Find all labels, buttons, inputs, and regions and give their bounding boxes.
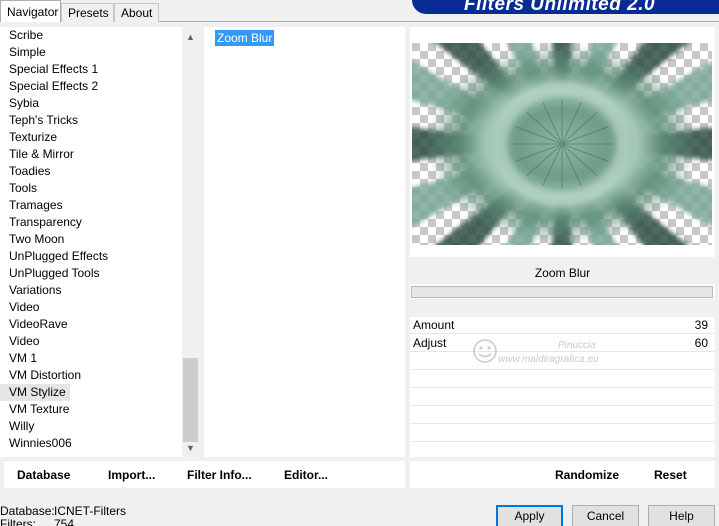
category-row[interactable]: Tramages bbox=[0, 197, 182, 214]
category-row[interactable]: VideoRave bbox=[0, 316, 182, 333]
empty-param-row bbox=[410, 407, 715, 424]
tab-about[interactable]: About bbox=[114, 3, 159, 22]
category-item[interactable]: VM Distortion bbox=[0, 367, 182, 384]
param-name: Amount bbox=[413, 318, 455, 332]
category-row[interactable]: Scribe bbox=[0, 27, 182, 44]
help-button[interactable]: Help bbox=[648, 505, 715, 526]
category-item[interactable]: Winnies006 bbox=[0, 435, 182, 452]
category-row[interactable]: UnPlugged Effects bbox=[0, 248, 182, 265]
filters-label: Filters: bbox=[0, 517, 36, 526]
category-row[interactable]: VM Stylize bbox=[0, 384, 182, 401]
category-row[interactable]: Variations bbox=[0, 282, 182, 299]
category-item[interactable]: Tramages bbox=[0, 197, 182, 214]
filter-list-panel: Zoom Blur bbox=[204, 27, 405, 457]
scroll-up-arrow-icon[interactable]: ▲ bbox=[182, 29, 199, 46]
filters-info: Filters: 754 bbox=[0, 517, 74, 526]
category-row[interactable]: Teph's Tricks bbox=[0, 112, 182, 129]
category-row[interactable]: Willy bbox=[0, 418, 182, 435]
category-item[interactable]: VM Stylize bbox=[0, 384, 70, 401]
category-item[interactable]: Variations bbox=[0, 282, 182, 299]
category-row[interactable]: UnPlugged Tools bbox=[0, 265, 182, 282]
category-item[interactable]: Teph's Tricks bbox=[0, 112, 182, 129]
preview-image bbox=[412, 43, 712, 245]
empty-param-row bbox=[410, 425, 715, 442]
watermark: Pinuccia www.maldiragrafica.eu bbox=[470, 336, 640, 376]
category-item[interactable]: Sybia bbox=[0, 95, 182, 112]
filter-info-button[interactable]: Filter Info... bbox=[187, 468, 252, 482]
right-button-bar: Randomize Reset bbox=[410, 461, 715, 488]
category-row[interactable]: VM Distortion bbox=[0, 367, 182, 384]
reset-button[interactable]: Reset bbox=[654, 468, 687, 482]
filter-item-selected[interactable]: Zoom Blur bbox=[215, 30, 275, 46]
database-button[interactable]: Database bbox=[17, 468, 70, 482]
category-item[interactable]: Willy bbox=[0, 418, 182, 435]
cancel-button[interactable]: Cancel bbox=[572, 505, 639, 526]
category-item[interactable]: UnPlugged Effects bbox=[0, 248, 182, 265]
category-row[interactable]: Texturize bbox=[0, 129, 182, 146]
tab-navigator[interactable]: Navigator bbox=[0, 0, 61, 22]
filters-count: 754 bbox=[54, 517, 75, 526]
watermark-line2: www.maldiragrafica.eu bbox=[498, 354, 599, 365]
category-item[interactable]: Tools bbox=[0, 180, 182, 197]
tab-presets[interactable]: Presets bbox=[61, 3, 114, 22]
category-row[interactable]: Winnies006 bbox=[0, 435, 182, 452]
category-item[interactable]: Special Effects 2 bbox=[0, 78, 182, 95]
category-row[interactable]: Special Effects 1 bbox=[0, 61, 182, 78]
category-item[interactable]: Video bbox=[0, 333, 182, 350]
randomize-button[interactable]: Randomize bbox=[555, 468, 619, 482]
category-row[interactable]: VM Texture bbox=[0, 401, 182, 418]
preview-panel bbox=[410, 27, 715, 257]
category-row[interactable]: Video bbox=[0, 333, 182, 350]
parameter-panel: Zoom Blur Amount 39 Adjust 60 Pinuccia w… bbox=[410, 262, 715, 457]
category-scrollbar[interactable]: ▲ ▼ bbox=[182, 27, 199, 457]
banner-title: Filters Unlimited 2.0 bbox=[464, 0, 656, 14]
category-item[interactable]: Two Moon bbox=[0, 231, 182, 248]
category-row[interactable]: Toadies bbox=[0, 163, 182, 180]
app-banner: Filters Unlimited 2.0 bbox=[412, 0, 719, 14]
category-item[interactable]: Toadies bbox=[0, 163, 182, 180]
import-button[interactable]: Import... bbox=[108, 468, 155, 482]
category-item[interactable]: Transparency bbox=[0, 214, 182, 231]
apply-button[interactable]: Apply bbox=[496, 505, 563, 526]
category-item[interactable]: Special Effects 1 bbox=[0, 61, 182, 78]
database-value: ICNET-Filters bbox=[54, 504, 126, 518]
category-item[interactable]: Simple bbox=[0, 44, 182, 61]
progress-bar bbox=[411, 286, 713, 298]
category-row[interactable]: Tile & Mirror bbox=[0, 146, 182, 163]
category-row[interactable]: Simple bbox=[0, 44, 182, 61]
category-row[interactable]: VM 1 bbox=[0, 350, 182, 367]
param-value[interactable]: 39 bbox=[695, 318, 708, 332]
scroll-thumb[interactable] bbox=[183, 358, 198, 442]
parameter-gap bbox=[410, 299, 715, 317]
category-item[interactable]: UnPlugged Tools bbox=[0, 265, 182, 282]
category-item[interactable]: Tile & Mirror bbox=[0, 146, 182, 163]
category-item[interactable]: VideoRave bbox=[0, 316, 182, 333]
category-row[interactable]: Two Moon bbox=[0, 231, 182, 248]
database-info: Database: ICNET-Filters bbox=[0, 504, 126, 518]
watermark-face-icon bbox=[473, 339, 497, 363]
param-value[interactable]: 60 bbox=[695, 336, 708, 350]
category-item[interactable]: Video bbox=[0, 299, 182, 316]
category-list[interactable]: Scribe Simple Special Effects 1 Special Eff… bbox=[0, 27, 182, 457]
category-item[interactable]: Texturize bbox=[0, 129, 182, 146]
param-row-amount[interactable]: Amount 39 bbox=[410, 317, 715, 334]
param-name: Adjust bbox=[413, 336, 447, 350]
editor-button[interactable]: Editor... bbox=[284, 468, 328, 482]
left-button-bar: Database Import... Filter Info... Editor… bbox=[4, 461, 405, 488]
category-row[interactable]: Transparency bbox=[0, 214, 182, 231]
watermark-line1: Pinuccia bbox=[558, 340, 596, 351]
filter-name-label: Zoom Blur bbox=[410, 262, 715, 284]
database-label: Database: bbox=[0, 504, 55, 518]
empty-param-row bbox=[410, 389, 715, 406]
scroll-down-arrow-icon[interactable]: ▼ bbox=[182, 440, 199, 457]
category-row[interactable]: Sybia bbox=[0, 95, 182, 112]
category-item[interactable]: VM 1 bbox=[0, 350, 182, 367]
category-list-panel: Scribe Simple Special Effects 1 Special Eff… bbox=[0, 27, 199, 457]
category-row[interactable]: Tools bbox=[0, 180, 182, 197]
category-row[interactable]: Video bbox=[0, 299, 182, 316]
category-row[interactable]: Special Effects 2 bbox=[0, 78, 182, 95]
category-item[interactable]: Scribe bbox=[0, 27, 182, 44]
category-item[interactable]: VM Texture bbox=[0, 401, 182, 418]
